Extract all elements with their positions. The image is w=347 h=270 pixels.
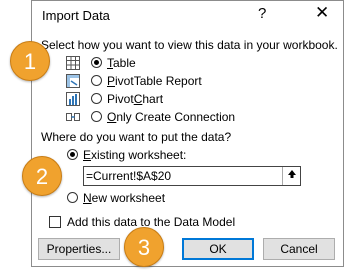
option-label-pivotchart: PivotChart <box>107 92 164 106</box>
table-icon <box>66 56 80 70</box>
import-data-dialog: Import Data ? ✕ Select how you want to v… <box>31 0 344 267</box>
cancel-button[interactable]: Cancel <box>263 238 335 260</box>
radio-pivottable[interactable] <box>91 75 102 86</box>
help-button[interactable]: ? <box>258 5 266 22</box>
arrow-up-icon <box>287 170 296 178</box>
callout-2: 2 <box>22 156 62 196</box>
option-label-table: Table <box>107 56 136 70</box>
option-label-pivottable: PivotTable Report <box>107 74 202 88</box>
radio-existing-worksheet[interactable] <box>67 149 78 160</box>
cell-reference-input[interactable]: =Current!$A$20 <box>83 166 301 186</box>
callout-1: 1 <box>10 41 50 81</box>
view-prompt: Select how you want to view this data in… <box>41 38 338 52</box>
radio-table[interactable] <box>91 57 102 68</box>
radio-only-connection[interactable] <box>91 111 102 122</box>
callout-3: 3 <box>124 227 164 267</box>
radio-new-worksheet[interactable] <box>67 192 78 203</box>
location-prompt: Where do you want to put the data? <box>41 130 232 144</box>
pivotchart-icon <box>66 92 80 106</box>
existing-worksheet-label: Existing worksheet: <box>83 148 187 162</box>
dialog-title: Import Data <box>42 8 110 23</box>
cell-reference-value: =Current!$A$20 <box>86 169 172 183</box>
new-worksheet-label: New worksheet <box>83 191 166 205</box>
data-model-label: Add this data to the Data Model <box>67 215 236 229</box>
pivottable-icon <box>66 74 80 88</box>
close-button[interactable]: ✕ <box>315 3 329 23</box>
collapse-dialog-button[interactable] <box>282 167 300 185</box>
option-label-only-connection: Only Create Connection <box>107 110 236 124</box>
properties-button[interactable]: Properties... <box>38 238 120 260</box>
radio-pivotchart[interactable] <box>91 93 102 104</box>
option-label-table-rest: able <box>113 56 136 70</box>
ok-button[interactable]: OK <box>182 238 254 260</box>
data-model-checkbox[interactable] <box>49 216 61 228</box>
connection-icon <box>66 113 80 121</box>
